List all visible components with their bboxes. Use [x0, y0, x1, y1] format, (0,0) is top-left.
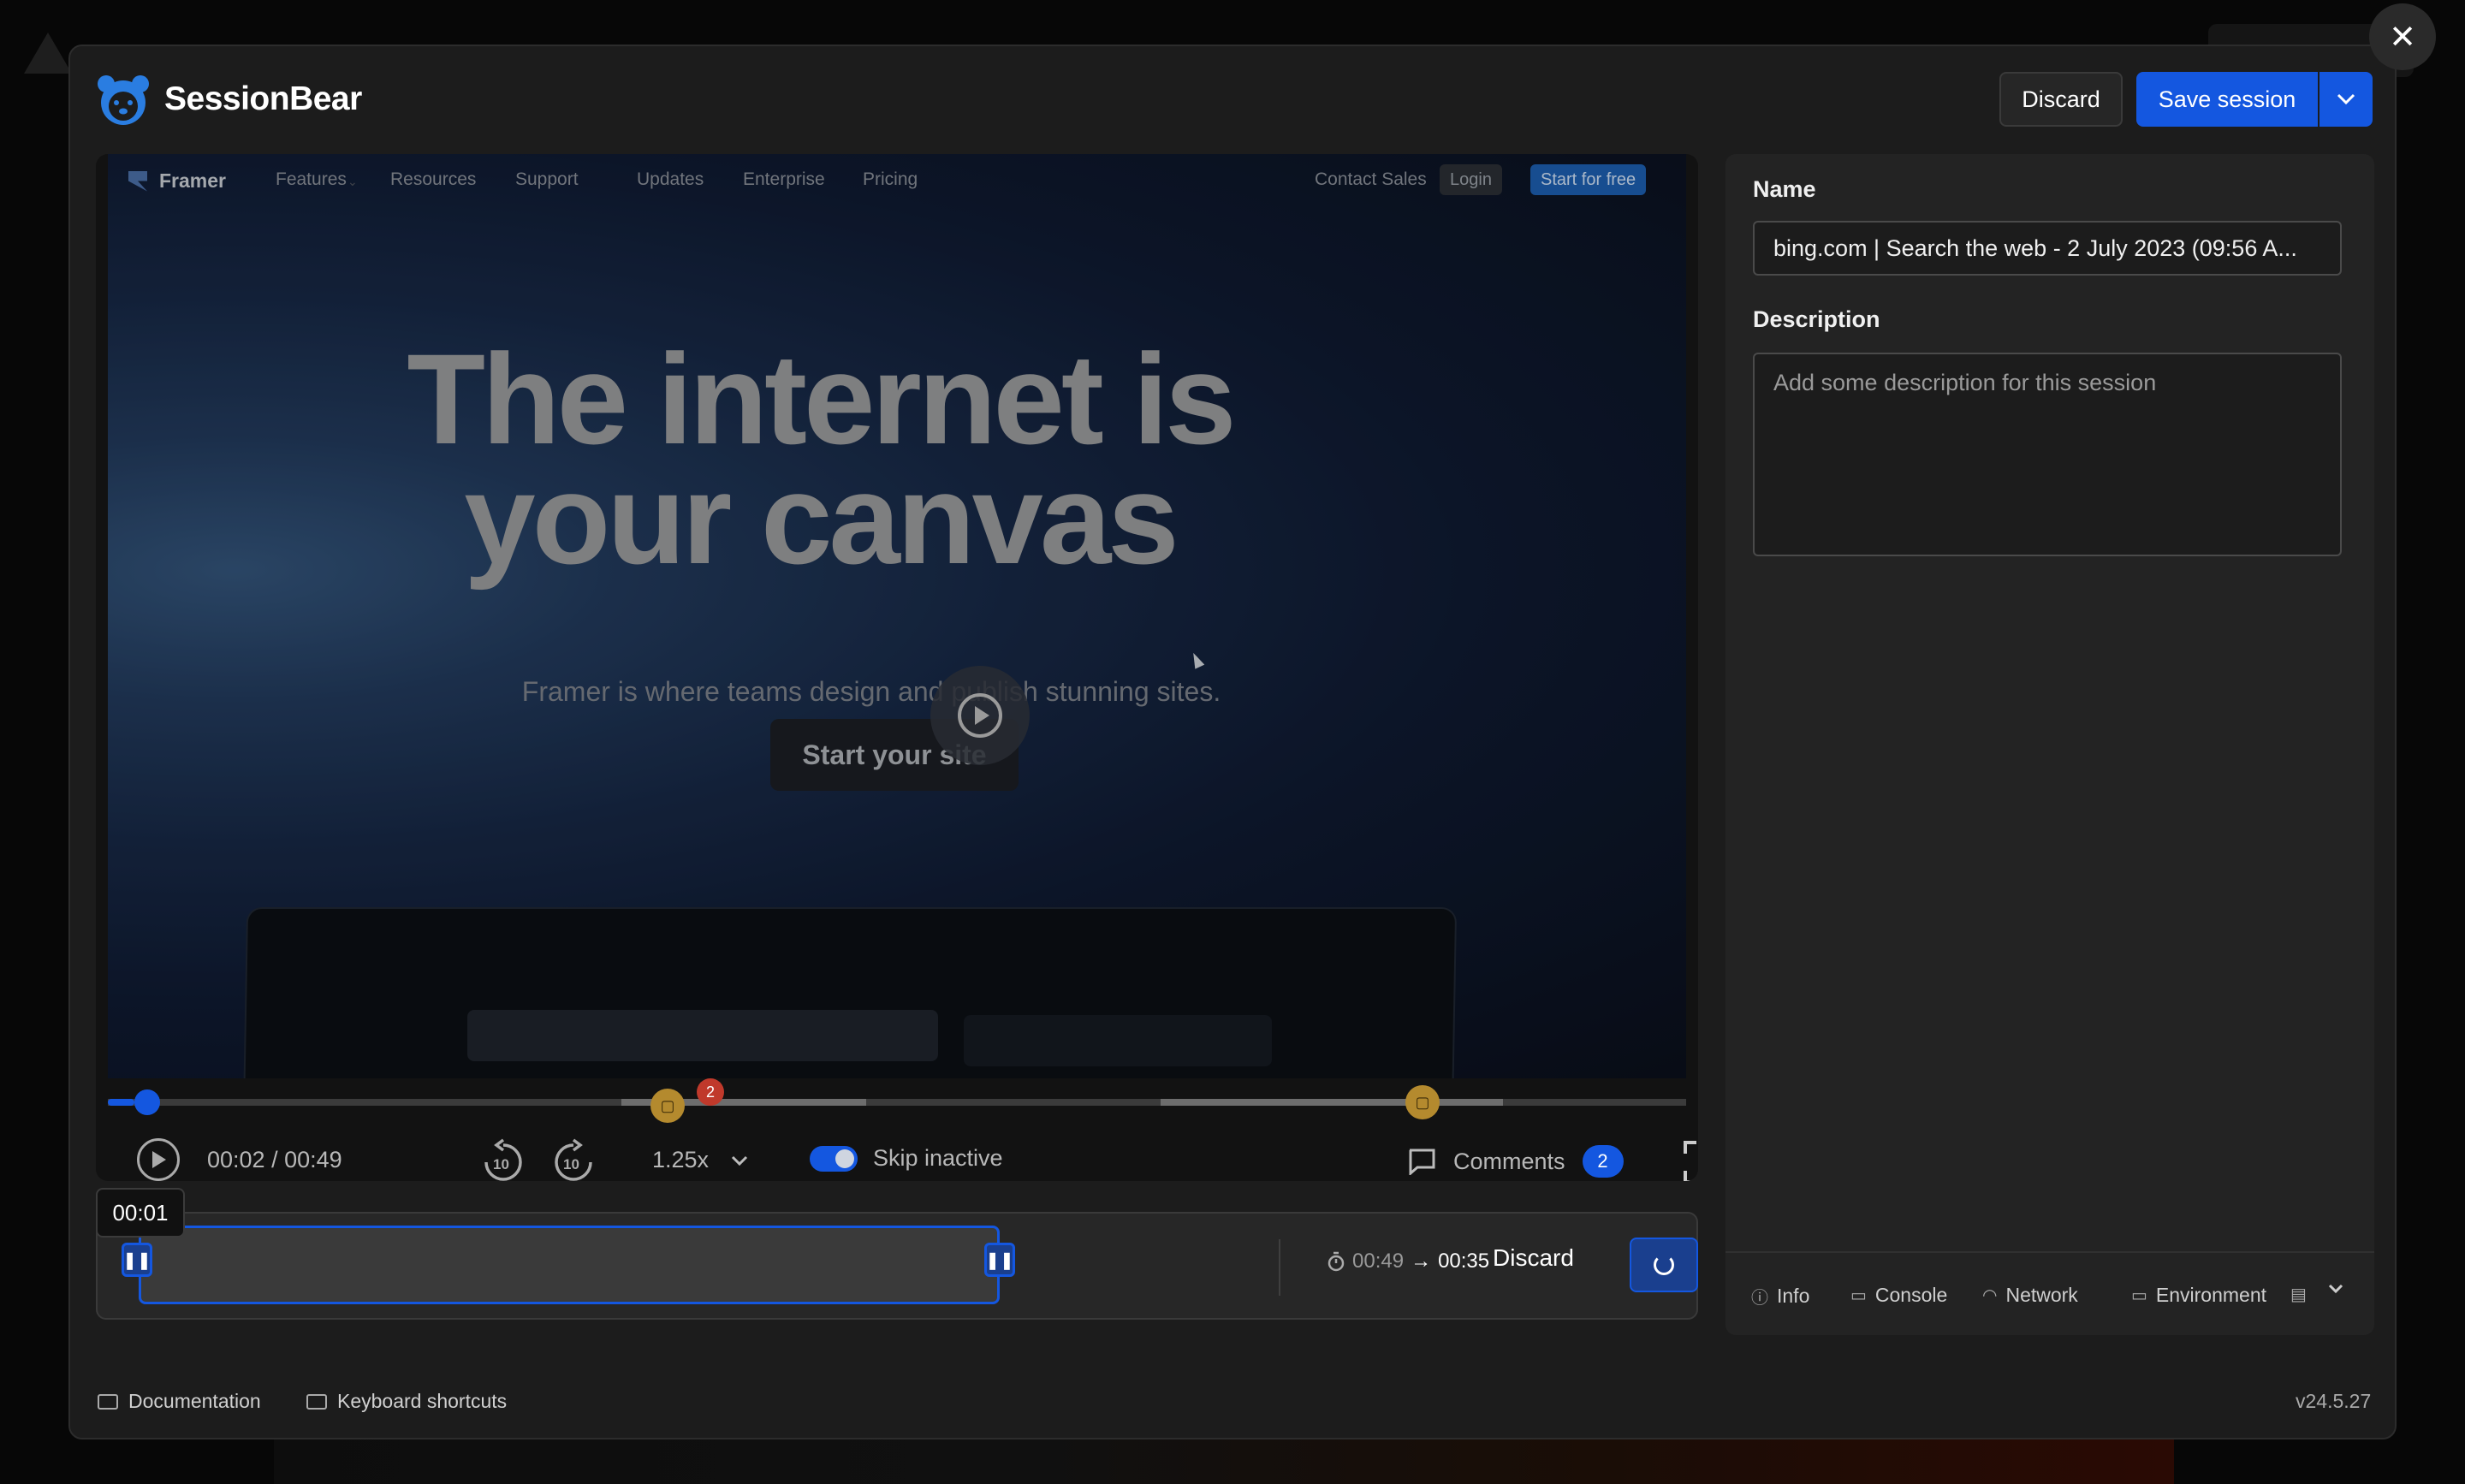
arrow-right-icon: → [1411, 1250, 1432, 1273]
skip-inactive-toggle[interactable]: Skip inactive [810, 1145, 1003, 1172]
tab-info-label: Info [1777, 1285, 1810, 1307]
chevron-down-icon [732, 1155, 748, 1166]
progress-handle[interactable] [134, 1089, 160, 1115]
trim-selection[interactable] [139, 1226, 1000, 1304]
replay-dim-overlay [108, 154, 1686, 1078]
comment-marker[interactable]: ▢ [1405, 1085, 1440, 1119]
pause-icon: ❚❚ [122, 1250, 151, 1270]
tab-environment-label: Environment [2155, 1284, 2267, 1306]
speed-value: 1.25x [652, 1147, 710, 1172]
time-display: 00:02 / 00:49 [207, 1147, 342, 1172]
session-name-field[interactable]: bing.com | Search the web - 2 July 2023 … [1753, 221, 2342, 276]
tabs-more-dropdown[interactable] [2328, 1284, 2343, 1294]
loading-spinner-icon [1654, 1255, 1674, 1275]
fullscreen-button[interactable] [1683, 1140, 1698, 1181]
panel-layout-button[interactable]: ▤ [2290, 1284, 2307, 1305]
session-details-panel: Name bing.com | Search the web - 2 July … [1726, 154, 2374, 1335]
close-icon: ✕ [2389, 19, 2416, 56]
session-replay-viewport[interactable]: Framer Features ⌄ Resources Support Upda… [108, 154, 1686, 1078]
svg-text:10: 10 [563, 1156, 579, 1172]
svg-text:10: 10 [493, 1156, 509, 1172]
chevron-down-icon [2328, 1284, 2343, 1294]
skip-inactive-label: Skip inactive [873, 1145, 1003, 1171]
tab-network[interactable]: ◠ Network [1982, 1284, 2078, 1307]
devtools-tabs: ⓘ Info ▭ Console ◠ Network ▭ Environment… [1726, 1251, 2374, 1335]
tab-console-label: Console [1874, 1284, 1948, 1306]
inactive-segment [1161, 1099, 1503, 1106]
comments-label: Comments [1453, 1148, 1565, 1174]
rewind-10-icon: 10 [484, 1138, 522, 1181]
comments-count-badge: 2 [1582, 1145, 1624, 1178]
description-label: Description [1753, 306, 1880, 332]
save-options-dropdown[interactable] [2319, 72, 2373, 127]
documentation-link[interactable]: Documentation [98, 1390, 261, 1413]
session-modal: SessionBear Discard Save session Framer … [68, 45, 2397, 1439]
keyboard-icon [306, 1393, 327, 1410]
comment-icon: ▢ [660, 1096, 675, 1114]
background-app-logo [24, 33, 72, 74]
stopwatch-icon [1328, 1251, 1345, 1272]
documentation-label: Documentation [128, 1390, 261, 1412]
comments-button[interactable]: Comments 2 [1407, 1145, 1624, 1178]
progress-fill [108, 1099, 134, 1106]
discard-session-button[interactable]: Discard [1999, 72, 2123, 127]
trim-duration: 00:49 → 00:35 [1327, 1250, 1489, 1273]
book-icon [98, 1393, 118, 1410]
comment-marker[interactable]: ▢ [650, 1089, 685, 1123]
keyboard-shortcuts-link[interactable]: Keyboard shortcuts [306, 1390, 507, 1413]
play-toggle[interactable] [137, 1138, 180, 1181]
background-page-footer [274, 1438, 2174, 1484]
panel-layout-icon: ▤ [2290, 1285, 2307, 1304]
trim-end-handle[interactable]: ❚❚ [984, 1243, 1015, 1277]
app-version: v24.5.27 [2296, 1390, 2372, 1412]
trim-start-handle[interactable]: ❚❚ [122, 1243, 152, 1277]
play-circle-icon [958, 693, 1002, 738]
info-icon: ⓘ [1751, 1289, 1768, 1308]
speed-select[interactable]: 1.25x [652, 1147, 748, 1173]
rewind-10-button[interactable]: 10 [479, 1138, 527, 1181]
tab-network-label: Network [2005, 1284, 2078, 1306]
forward-10-button[interactable]: 10 [549, 1138, 597, 1181]
forward-10-icon: 10 [555, 1138, 592, 1181]
name-label: Name [1753, 176, 1816, 202]
trim-divider [1279, 1239, 1280, 1296]
comment-marker-badge: 2 [697, 1078, 724, 1106]
trim-new-duration: 00:35 [1438, 1250, 1490, 1273]
trim-original-duration: 00:49 [1352, 1250, 1405, 1273]
wifi-icon: ◠ [1982, 1286, 1998, 1305]
trim-timeline: ❚❚ ❚❚ 00:49 → 00:35 Discard [96, 1212, 1698, 1320]
playback-progress-bar[interactable] [108, 1089, 1686, 1115]
comment-icon [1409, 1149, 1435, 1175]
close-modal-button[interactable]: ✕ [2369, 3, 2436, 70]
monitor-icon: ▭ [2131, 1286, 2147, 1305]
session-description-field[interactable]: Add some description for this session [1753, 353, 2342, 556]
comment-icon: ▢ [1415, 1093, 1430, 1111]
tab-info[interactable]: ⓘ Info [1751, 1284, 1809, 1309]
skip-inactive-switch[interactable] [810, 1145, 858, 1172]
play-icon [137, 1138, 180, 1181]
chevron-down-icon [2337, 93, 2355, 105]
tab-console[interactable]: ▭ Console [1850, 1284, 1947, 1307]
trim-apply-button[interactable] [1630, 1238, 1698, 1292]
center-play-button[interactable] [930, 666, 1030, 765]
trim-time-tooltip: 00:01 [96, 1188, 185, 1238]
save-session-button[interactable]: Save session [2136, 72, 2318, 127]
pause-icon: ❚❚ [985, 1250, 1014, 1270]
keyboard-shortcuts-label: Keyboard shortcuts [337, 1390, 508, 1412]
session-player: Framer Features ⌄ Resources Support Upda… [96, 154, 1698, 1181]
console-icon: ▭ [1850, 1286, 1867, 1305]
brand: SessionBear [96, 74, 362, 125]
tab-environment[interactable]: ▭ Environment [2131, 1284, 2266, 1307]
fullscreen-icon [1684, 1141, 1696, 1181]
bear-logo-icon [98, 75, 149, 125]
brand-name: SessionBear [164, 80, 362, 117]
trim-discard-button[interactable]: Discard [1493, 1244, 1574, 1272]
